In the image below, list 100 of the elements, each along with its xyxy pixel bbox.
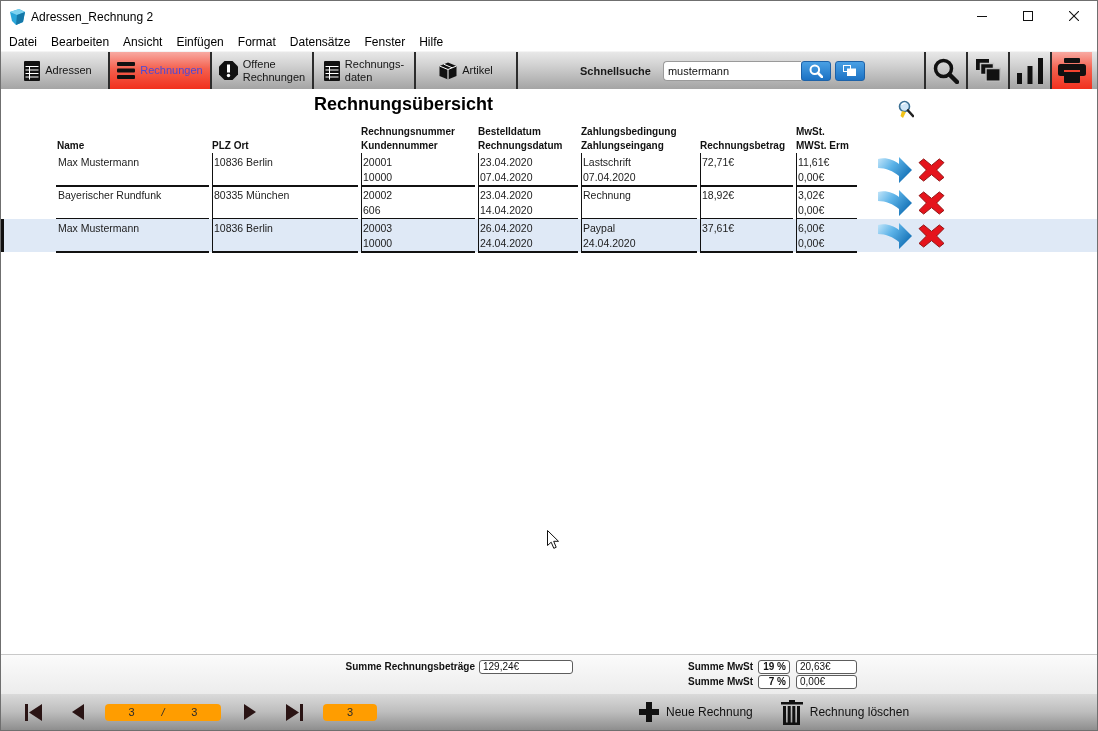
column-header: Rechnungsdatum xyxy=(478,139,563,153)
table-cell-text: 18,92€ xyxy=(702,188,736,203)
table-icon xyxy=(24,60,41,81)
column-header: MWSt. Erm xyxy=(796,139,849,153)
record-count: 3 xyxy=(323,703,377,721)
table-cell-text: 11,61€ xyxy=(798,155,831,170)
menu-item[interactable]: Format xyxy=(230,33,283,50)
alert-icon xyxy=(218,61,238,80)
table-cell-text: 6,00€ xyxy=(798,221,826,236)
column-header: Zahlungsbedingung xyxy=(581,125,677,139)
table-cell-text: Bayerischer Rundfunk xyxy=(58,188,163,203)
column-header: MwSt. xyxy=(796,125,825,139)
curved-arrow-icon[interactable] xyxy=(878,188,912,218)
previous-icon[interactable] xyxy=(72,704,84,720)
menu-item[interactable]: Fenster xyxy=(357,33,413,50)
table-cell-text: 14.04.2020 xyxy=(480,203,534,218)
search-icon xyxy=(808,63,823,78)
table-cell-text: 10836 Berlin xyxy=(214,155,274,170)
last-page-icon[interactable] xyxy=(286,703,303,721)
copy-button[interactable] xyxy=(834,60,865,81)
page-number: 3 xyxy=(128,706,135,718)
search-icon xyxy=(933,57,959,84)
table-cell-text: 23.04.2020 xyxy=(480,155,534,170)
page-separator: / xyxy=(161,706,165,718)
vat-label: Summe MwSt xyxy=(688,675,754,689)
menu-icon xyxy=(117,62,136,79)
trash-icon xyxy=(780,699,803,725)
next-icon[interactable] xyxy=(244,704,256,720)
delete-icon[interactable] xyxy=(918,158,945,182)
table-cell-text: 0,00€ xyxy=(798,236,826,251)
minimize-icon[interactable] xyxy=(977,15,987,17)
search-button[interactable] xyxy=(800,60,831,81)
page-title: Rechnungsübersicht xyxy=(314,93,494,116)
first-page-icon[interactable] xyxy=(25,703,42,721)
table-cell-text: 72,71€ xyxy=(702,155,736,170)
vat-amount-field: 20,63€ xyxy=(796,660,857,674)
total-field: 129,24€ xyxy=(479,660,573,674)
table-cell-text: 80335 München xyxy=(214,188,291,203)
curved-arrow-icon[interactable] xyxy=(878,155,912,185)
search-label: Schnellsuche xyxy=(580,64,651,77)
table-cell-text: 07.04.2020 xyxy=(583,170,637,185)
table-cell-text: Lastschrift xyxy=(583,155,632,170)
app-icon xyxy=(10,8,25,25)
vat-rate-field: 19 % xyxy=(758,660,790,674)
copies-icon xyxy=(975,59,1001,82)
column-header: PLZ Ort xyxy=(212,139,249,153)
table-icon xyxy=(323,60,340,81)
menu-item[interactable]: Hilfe xyxy=(412,33,451,50)
menu-item[interactable]: Ansicht xyxy=(116,33,170,50)
search-field[interactable]: mustermann xyxy=(662,60,801,81)
table-cell-text: 10836 Berlin xyxy=(214,221,274,236)
vat-amount-field: 0,00€ xyxy=(796,675,857,689)
menu-item[interactable]: Bearbeiten xyxy=(44,33,117,50)
column-header: Name xyxy=(56,139,85,153)
table-cell-text: 24.04.2020 xyxy=(480,236,534,251)
table-cell-text: 20002 xyxy=(363,188,394,203)
bar-chart-icon xyxy=(1017,57,1043,84)
close-icon[interactable] xyxy=(1069,11,1079,21)
table-cell-text: Paypal xyxy=(583,221,617,236)
plus-icon xyxy=(639,702,659,722)
table-cell-text: 3,02€ xyxy=(798,188,826,203)
magnifier-icon[interactable] xyxy=(898,100,914,118)
window-title: Adressen_Rechnung 2 xyxy=(31,9,154,24)
table-cell-text: 26.04.2020 xyxy=(480,221,534,236)
delete-icon[interactable] xyxy=(918,191,945,215)
box-icon xyxy=(439,61,458,80)
table-cell-text: 10000 xyxy=(363,236,394,251)
table-cell-text: 10000 xyxy=(363,170,394,185)
table-cell-text: 606 xyxy=(363,203,382,218)
table-cell-text: Max Mustermann xyxy=(58,155,141,170)
total-label: Summe Rechnungsbeträge xyxy=(345,660,476,674)
table-cell-text: 37,61€ xyxy=(702,221,736,236)
table-cell-text: 20003 xyxy=(363,221,394,236)
page-total: 3 xyxy=(191,706,198,718)
column-header: Rechnungsbetrag xyxy=(700,139,785,153)
column-header: Bestelldatum xyxy=(478,125,541,139)
print-button[interactable] xyxy=(1050,52,1092,89)
table-cell-text: 07.04.2020 xyxy=(480,170,534,185)
curved-arrow-icon[interactable] xyxy=(878,221,912,251)
table-row[interactable]: Max Mustermann 10836 Berlin 20001 10000 23.04.2020 07.04.2020 Lastschrift 07.04.2020 72,71€ 11,61€ 0,00€ xyxy=(1,153,1097,186)
column-header: Rechnungsnummer xyxy=(361,125,455,139)
delete-icon[interactable] xyxy=(918,224,945,248)
table-cell-text: Max Mustermann xyxy=(58,221,141,236)
vat-label: Summe MwSt xyxy=(688,660,754,674)
copy-icon xyxy=(843,65,857,76)
table-cell-text: 24.04.2020 xyxy=(583,236,637,251)
printer-icon xyxy=(1058,58,1086,83)
table-cell-text: 23.04.2020 xyxy=(480,188,534,203)
menu-item[interactable]: Datei xyxy=(2,33,44,50)
menu-item[interactable]: Einfügen xyxy=(169,33,231,50)
delete-invoice-button[interactable]: Rechnung löschen xyxy=(780,699,910,725)
table-cell-text: 0,00€ xyxy=(798,203,826,218)
vat-rate-field: 7 % xyxy=(758,675,790,689)
table-cell-text: 0,00€ xyxy=(798,170,826,185)
menu-item[interactable]: Datensätze xyxy=(282,33,358,50)
column-header: Zahlungseingang xyxy=(581,139,664,153)
maximize-icon[interactable] xyxy=(1023,11,1033,21)
column-header: Kundennummer xyxy=(361,139,438,153)
new-invoice-button[interactable]: Neue Rechnung xyxy=(639,702,753,722)
table-row[interactable]: Max Mustermann 10836 Berlin 20003 10000 26.04.2020 24.04.2020 Paypal 24.04.2020 37,61€ 6,00€ 0,00€ xyxy=(1,219,1097,252)
